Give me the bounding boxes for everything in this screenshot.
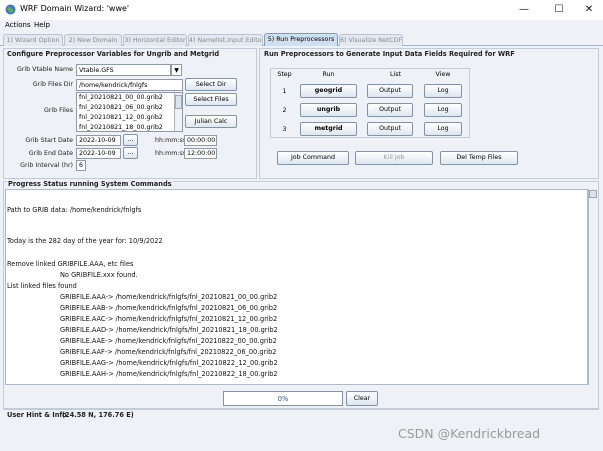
output-geogrid-button[interactable]: Output <box>367 84 413 98</box>
log-line: GRIBFILE.AAD-> /home/kendrick/fnlgfs/fnl… <box>60 326 278 334</box>
interval-label: Grib Interval (hr) <box>20 162 73 169</box>
select-files-button[interactable]: Select Files <box>185 93 237 106</box>
log-line: GRIBFILE.AAB-> /home/kendrick/fnlgfs/fnl… <box>60 304 278 312</box>
header-run: Run <box>322 71 335 78</box>
select-dir-button[interactable]: Select Dir <box>185 78 237 91</box>
end-date-label: Grib End Date <box>28 150 73 157</box>
interval-field[interactable]: 6 <box>76 160 86 171</box>
close-button[interactable]: ✕ <box>581 2 597 18</box>
menu-actions[interactable]: Actions <box>5 21 31 29</box>
log-line: GRIBFILE.AAH-> /home/kendrick/fnlgfs/fnl… <box>60 370 278 378</box>
scroll-thumb[interactable] <box>589 190 597 198</box>
log-line: GRIBFILE.AAA-> /home/kendrick/fnlgfs/fnl… <box>60 293 278 301</box>
title-bar: WRF Domain Wizard: 'wwe' — ☐ ✕ <box>0 0 603 20</box>
tab-new-domain[interactable]: 2) New Domain <box>64 34 122 46</box>
app-globe-icon <box>5 4 16 15</box>
scroll-thumb[interactable] <box>175 95 182 109</box>
run-geogrid-button[interactable]: geogrid <box>300 84 357 98</box>
status-scrollbar[interactable] <box>588 189 597 385</box>
tab-run-preprocessors[interactable]: 5) Run Preprocessors <box>264 33 338 47</box>
end-time-label: hh:mm:ss <box>155 150 187 157</box>
clear-button[interactable]: Clear <box>346 391 378 406</box>
kill-job-button[interactable]: Kill Job <box>355 151 433 165</box>
vtable-combo[interactable]: Vtable.GFS <box>76 64 171 76</box>
start-date-label: Grib Start Date <box>25 137 73 144</box>
end-date-picker-button[interactable]: ... <box>123 147 138 159</box>
menu-help[interactable]: Help <box>34 21 50 29</box>
header-view: View <box>435 71 451 78</box>
files-scrollbar[interactable] <box>174 93 182 131</box>
header-list: List <box>389 71 401 78</box>
menu-bar: Actions Help <box>0 20 603 32</box>
grib-files-label: Grib Files <box>43 107 73 114</box>
step-number: 2 <box>282 107 287 114</box>
log-line: Path to GRIB data: /home/kendrick/fnlgfs <box>7 206 142 214</box>
start-time-label: hh:mm:ss <box>155 137 187 144</box>
output-ungrib-button[interactable]: Output <box>367 103 413 117</box>
maximize-button[interactable]: ☐ <box>551 2 567 18</box>
start-time-field[interactable]: 00:00:00 <box>184 135 217 146</box>
run-title: Run Preprocessors to Generate Input Data… <box>264 50 515 58</box>
tab-namelist-editor[interactable]: 4) Namelist.input Editor <box>188 34 263 46</box>
vtable-label: Grib Vtable Name <box>16 66 73 73</box>
log-line: Today is the 282 day of the year for: 10… <box>7 237 163 245</box>
grib-files-list[interactable]: fnl_20210821_00_00.grib2 fnl_20210821_06… <box>76 92 183 132</box>
minimize-button[interactable]: — <box>516 2 532 18</box>
start-date-picker-button[interactable]: ... <box>123 134 138 146</box>
log-metgrid-button[interactable]: Log <box>424 122 462 136</box>
configure-title: Configure Preprocessor Variables for Ung… <box>7 50 220 58</box>
hint-coords: (24.58 N, 176.76 E) <box>62 411 134 419</box>
tab-wizard-option[interactable]: 1) Wizard Option <box>3 34 63 46</box>
log-line: GRIBFILE.AAE-> /home/kendrick/fnlgfs/fnl… <box>60 337 277 345</box>
status-log-area[interactable]: Path to GRIB data: /home/kendrick/fnlgfs… <box>5 189 588 385</box>
log-line: No GRIBFILE.xxx found. <box>60 271 138 279</box>
del-temp-files-button[interactable]: Del Temp Files <box>440 151 518 165</box>
run-ungrib-button[interactable]: ungrib <box>300 103 357 117</box>
window-title: WRF Domain Wizard: 'wwe' <box>20 4 130 13</box>
chevron-down-icon[interactable]: ▼ <box>171 64 182 76</box>
grib-dir-field[interactable]: /home/kendrick/fnlgfs <box>76 79 183 91</box>
end-time-field[interactable]: 12:00:00 <box>184 148 217 159</box>
list-item[interactable]: fnl_20210821_18_00.grib2 <box>77 123 182 131</box>
log-line: List linked files found <box>7 282 77 290</box>
log-line: GRIBFILE.AAG-> /home/kendrick/fnlgfs/fnl… <box>60 359 278 367</box>
hint-label: User Hint & Info <box>7 411 67 419</box>
list-item[interactable]: fnl_20210821_06_00.grib2 <box>77 103 182 113</box>
header-step: Step <box>277 71 292 78</box>
log-line: GRIBFILE.AAC-> /home/kendrick/fnlgfs/fnl… <box>60 315 278 323</box>
end-date-field[interactable]: 2022-10-09 <box>76 148 121 159</box>
progress-bar: 0% <box>223 391 343 406</box>
julian-calc-button[interactable]: Julian Calc <box>185 115 237 128</box>
main-panel: Configure Preprocessor Variables for Ung… <box>0 46 603 451</box>
log-geogrid-button[interactable]: Log <box>424 84 462 98</box>
wizard-tab-bar: 1) Wizard Option 2) New Domain 3) Horizo… <box>0 32 603 47</box>
job-command-button[interactable]: Job Command <box>277 151 349 165</box>
log-line: Remove linked GRIBFILE.AAA, etc files <box>7 260 134 268</box>
run-metgrid-button[interactable]: metgrid <box>300 122 357 136</box>
list-item[interactable]: fnl_20210821_00_00.grib2 <box>77 93 182 103</box>
hint-divider <box>3 409 599 410</box>
grib-dir-label: Grib Files Dir <box>32 81 73 88</box>
tab-horizontal-editor[interactable]: 3) Horizontal Editor <box>123 34 187 46</box>
watermark: CSDN @Kendrickbread <box>398 426 541 441</box>
step-number: 1 <box>282 88 287 95</box>
tab-visualize-netcdf[interactable]: 6) Visualize NetCDF <box>339 34 403 46</box>
list-item[interactable]: fnl_20210821_12_00.grib2 <box>77 113 182 123</box>
log-line: GRIBFILE.AAF-> /home/kendrick/fnlgfs/fnl… <box>60 348 277 356</box>
status-title: Progress Status running System Commands <box>7 180 173 188</box>
start-date-field[interactable]: 2022-10-09 <box>76 135 121 146</box>
output-metgrid-button[interactable]: Output <box>367 122 413 136</box>
step-number: 3 <box>282 126 287 133</box>
log-ungrib-button[interactable]: Log <box>424 103 462 117</box>
